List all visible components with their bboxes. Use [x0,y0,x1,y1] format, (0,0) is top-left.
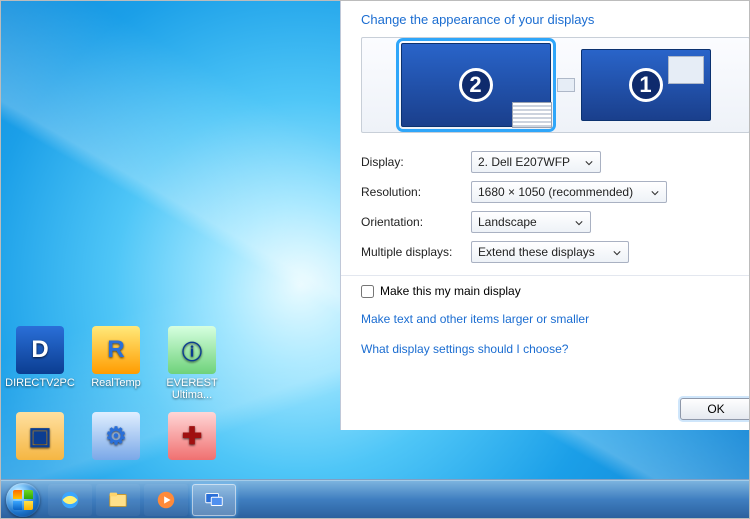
desktop-icon-directv2pc[interactable]: D DIRECTV2PC [4,326,76,389]
row-orientation: Orientation: Landscape [341,207,750,237]
desktop-icon-hwmonitor[interactable]: ⚙ [80,412,152,463]
desktop-icon-realtemp[interactable]: R RealTemp [80,326,152,389]
desktop: D DIRECTV2PC R RealTemp ⓘ EVEREST Ultima… [0,0,750,519]
chevron-down-icon [582,156,596,170]
multiple-displays-select[interactable]: Extend these displays [471,241,629,263]
app-icon: ⓘ [168,326,216,374]
app-icon: ⚙ [92,412,140,460]
taskbar-item-explorer[interactable] [96,484,140,516]
multiple-displays-select-value: Extend these displays [478,245,595,259]
app-icon: ✚ [168,412,216,460]
chevron-down-icon [572,216,586,230]
row-display: Display: 2. Dell E207WFP [341,147,750,177]
taskbar-item-wmp[interactable] [144,484,188,516]
label-resolution: Resolution: [361,185,471,199]
taskbar [0,479,750,519]
label-display: Display: [361,155,471,169]
desktop-icon-label: RealTemp [80,377,152,389]
orientation-select[interactable]: Landscape [471,211,591,233]
main-display-label: Make this my main display [380,284,521,298]
file-explorer-icon [107,489,129,511]
desktop-icon-label: DIRECTV2PC [4,377,76,389]
resolution-select-value: 1680 × 1050 (recommended) [478,185,633,199]
row-multiple-displays: Multiple displays: Extend these displays [341,237,750,267]
desktop-icon-occt[interactable]: ✚ [156,412,228,463]
monitor-number: 1 [629,68,663,102]
main-display-checkbox[interactable] [361,285,374,298]
resolution-select[interactable]: 1680 × 1050 (recommended) [471,181,667,203]
button-bar: OK [680,398,750,420]
app-icon: ▣ [16,412,64,460]
display-arrangement-preview[interactable]: 2 1 [361,37,750,133]
label-multiple-displays: Multiple displays: [361,245,471,259]
monitor-join-icon [557,78,575,92]
taskbar-item-ie[interactable] [48,484,92,516]
desktop-icon-label: EVEREST Ultima... [156,377,228,401]
row-main-display: Make this my main display [341,275,750,304]
calculator-icon [668,56,704,84]
display-select-value: 2. Dell E207WFP [478,155,570,169]
internet-explorer-icon [59,489,81,511]
display-select[interactable]: 2. Dell E207WFP [471,151,601,173]
link-help[interactable]: What display settings should I choose? [361,342,568,356]
monitor-2[interactable]: 2 [401,43,551,127]
monitor-1[interactable]: 1 [581,49,711,121]
page-title: Change the appearance of your displays [341,0,750,37]
start-button[interactable] [0,480,46,519]
label-orientation: Orientation: [361,215,471,229]
desktop-icon-vmware[interactable]: ▣ [4,412,76,463]
monitor-number: 2 [459,68,493,102]
ok-button[interactable]: OK [680,398,750,420]
taskbar-item-display-settings[interactable] [192,484,236,516]
display-settings-icon [203,489,225,511]
windows-logo-icon [6,483,40,517]
keyboard-icon [512,102,552,128]
media-player-icon [155,489,177,511]
desktop-icon-everest[interactable]: ⓘ EVEREST Ultima... [156,326,228,401]
app-icon: R [92,326,140,374]
display-settings-window: Change the appearance of your displays 2… [340,0,750,430]
link-text-size[interactable]: Make text and other items larger or smal… [361,312,589,326]
row-resolution: Resolution: 1680 × 1050 (recommended) [341,177,750,207]
app-icon: D [16,326,64,374]
chevron-down-icon [610,246,624,260]
orientation-select-value: Landscape [478,215,537,229]
chevron-down-icon [648,186,662,200]
